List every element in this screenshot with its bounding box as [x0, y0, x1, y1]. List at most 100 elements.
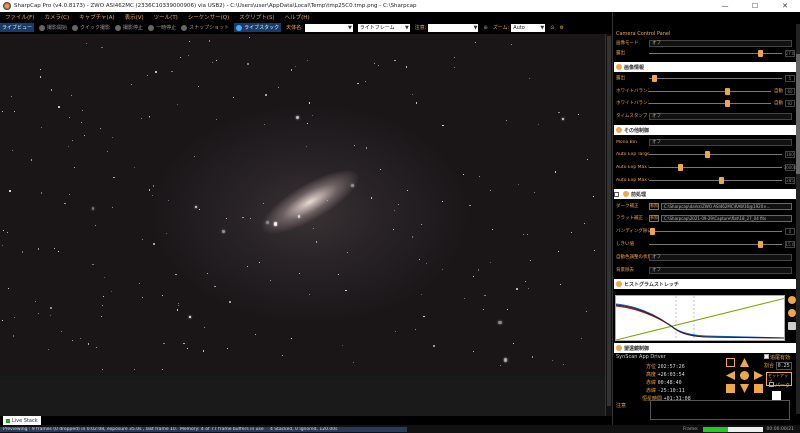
menu-help[interactable]: ヘルプ(H): [285, 13, 310, 21]
auto-exp-max-gain-value[interactable]: 285: [785, 176, 795, 184]
slider-knob[interactable]: [651, 74, 657, 82]
star: [3, 230, 4, 232]
section-misc-header[interactable]: その他制御: [614, 125, 796, 135]
maximize-button[interactable]: ☐: [740, 0, 770, 12]
flat-path[interactable]: C:\Sharpcap\2021-09-29\Capture\flat\18_2…: [661, 214, 792, 222]
slider-knob[interactable]: [724, 87, 730, 95]
wb-red-value[interactable]: 60: [785, 87, 795, 95]
threshold-slider[interactable]: [649, 240, 782, 248]
tracking-toggle[interactable]: 追尾有効: [764, 354, 790, 361]
slider-knob[interactable]: [704, 150, 710, 158]
histogram-reset-icon[interactable]: [788, 296, 796, 304]
start-capture-label: 撮影開始: [47, 25, 68, 31]
slider-knob[interactable]: [758, 49, 764, 57]
histogram-chart[interactable]: [615, 295, 785, 341]
exposure-slider[interactable]: [649, 74, 782, 82]
rate-value[interactable]: 0.25: [775, 362, 792, 370]
exposure-value[interactable]: 5: [785, 74, 795, 82]
live-stack-button[interactable]: ライブスタック: [234, 23, 282, 32]
zoom-fit-icon[interactable]: ⊙: [550, 25, 554, 31]
mono-bin-select[interactable]: オフ: [649, 138, 792, 146]
sync-button[interactable]: [726, 384, 735, 393]
star: [262, 202, 264, 204]
menu-camera[interactable]: カメラ(C): [44, 13, 69, 21]
notes-input[interactable]: ▼: [428, 23, 479, 32]
auto-exp-max-slider[interactable]: [649, 163, 782, 171]
park-checkbox[interactable]: [769, 382, 774, 387]
north-arrow-icon[interactable]: [740, 358, 749, 367]
auto-exp-max-value[interactable]: 30000: [784, 163, 796, 171]
panel-scrollbar[interactable]: [796, 24, 800, 414]
star: [64, 202, 66, 205]
banding-slider[interactable]: [649, 227, 782, 235]
section-histogram-header[interactable]: ヒストグラムストレッチ: [614, 279, 796, 289]
wb-blue-auto[interactable]: 自動: [774, 100, 783, 106]
section-checkbox[interactable]: [614, 191, 619, 197]
section-mount-header[interactable]: 望遠鏡制御: [614, 343, 796, 353]
east-arrow-icon[interactable]: [754, 371, 763, 380]
park-toggle[interactable]: パーク: [769, 382, 790, 389]
south-arrow-icon[interactable]: [740, 384, 749, 393]
live-stack-tab[interactable]: Live Stack: [3, 416, 41, 425]
menu-sequencer[interactable]: シーケンサー(Q): [188, 13, 229, 21]
settings-icon[interactable]: ⚙: [559, 25, 563, 31]
section-preprocess-header[interactable]: 前処理: [614, 189, 796, 199]
wb-red-slider[interactable]: [649, 87, 771, 95]
zoom-select[interactable]: Auto ▼: [511, 23, 546, 32]
gain-slider[interactable]: [649, 49, 782, 57]
west-arrow-icon[interactable]: [726, 371, 735, 380]
histogram-save-icon[interactable]: [788, 322, 796, 330]
menu-view[interactable]: 表示(V): [125, 13, 144, 21]
home-button[interactable]: [754, 384, 763, 393]
slider-knob[interactable]: [758, 240, 764, 248]
start-capture-button[interactable]: 撮影開始: [39, 24, 67, 31]
tracking-checkbox[interactable]: [764, 354, 769, 359]
quick-capture-button[interactable]: クイック撮影: [72, 24, 110, 31]
slider-knob[interactable]: [719, 176, 725, 184]
menu-file[interactable]: ファイル(F): [5, 13, 34, 21]
frame-type-select[interactable]: ライトフレーム ▼: [357, 23, 410, 32]
goto-button[interactable]: [726, 358, 735, 367]
capture-mode-select[interactable]: オフ: [649, 39, 792, 47]
auto-adjust-select[interactable]: オフ: [649, 253, 792, 261]
mount-notes-input[interactable]: [650, 400, 790, 420]
menu-scripting[interactable]: スクリプト(S): [239, 13, 274, 21]
menu-capture[interactable]: キャプチャ(A): [79, 13, 115, 21]
gain-value[interactable]: 27.0: [785, 49, 795, 57]
target-input[interactable]: ▼: [304, 23, 353, 32]
dark-browse-button[interactable]: 参照: [649, 202, 659, 210]
panel-scrollbar-thumb[interactable]: [796, 54, 800, 174]
minimize-button[interactable]: —: [710, 0, 740, 12]
horizontal-scrollbar[interactable]: [0, 376, 612, 380]
star: [188, 41, 191, 43]
scrollbar-thumb[interactable]: [607, 36, 611, 406]
stop-slew-button[interactable]: [740, 371, 749, 380]
vertical-scrollbar[interactable]: [605, 34, 612, 416]
live-view-button[interactable]: ライブビュー: [0, 23, 35, 32]
wb-blue-slider[interactable]: [649, 99, 771, 107]
menu-tools[interactable]: ツール(T): [154, 13, 178, 21]
timestamp-select[interactable]: オフ: [649, 112, 792, 120]
star: [167, 200, 169, 201]
section-image-header[interactable]: 画像情報: [614, 62, 796, 72]
filter-select[interactable]: オフ: [649, 266, 792, 274]
flat-browse-button[interactable]: 参照: [649, 214, 659, 222]
wb-red-auto[interactable]: 自動: [774, 88, 783, 94]
histogram-auto-stretch-icon[interactable]: [788, 309, 796, 317]
close-button[interactable]: ✕: [770, 0, 800, 12]
star-icon[interactable]: [772, 391, 781, 400]
threshold-value[interactable]: 15.0: [785, 240, 795, 248]
slider-knob[interactable]: [650, 227, 656, 235]
slider-knob[interactable]: [678, 163, 684, 171]
image-view[interactable]: [0, 34, 612, 376]
banding-value[interactable]: 0: [785, 227, 795, 235]
stop-capture-button[interactable]: 撮影停止: [115, 24, 143, 31]
pause-button[interactable]: 一時停止: [148, 24, 176, 31]
snapshot-button[interactable]: スナップショット: [181, 24, 229, 31]
auto-exp-target-value[interactable]: 100: [785, 150, 795, 158]
slider-knob[interactable]: [724, 99, 730, 107]
dark-path[interactable]: C:\Sharpcap\darks\ZWO ASI462MC\RAW16@192…: [661, 202, 792, 210]
auto-exp-target-slider[interactable]: [649, 150, 782, 158]
wb-blue-value[interactable]: 92: [785, 99, 795, 107]
auto-exp-max-gain-slider[interactable]: [649, 176, 782, 184]
